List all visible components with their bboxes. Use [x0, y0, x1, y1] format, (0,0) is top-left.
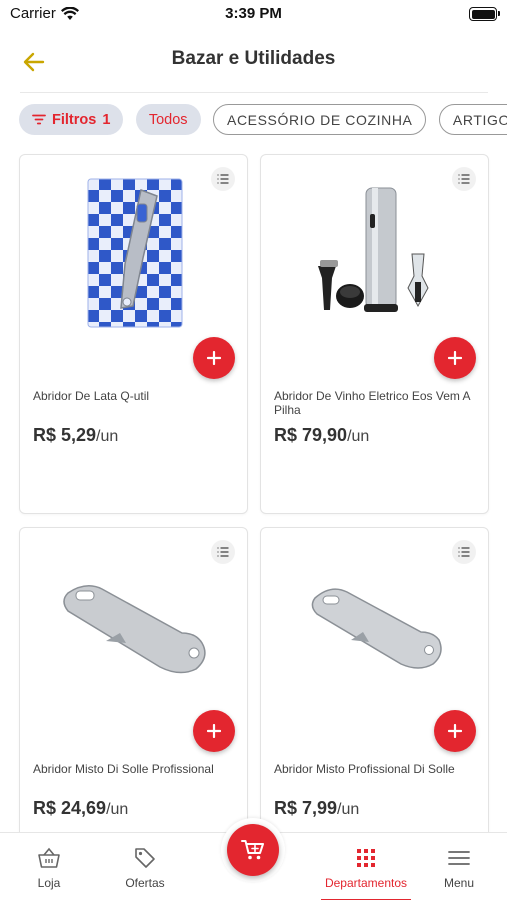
product-card[interactable]: Abridor De Vinho Eletrico Eos Vem A Pilh… [260, 154, 489, 514]
product-price: R$ 5,29/un [33, 425, 118, 446]
hamburger-icon [448, 851, 470, 865]
plus-icon [448, 351, 462, 365]
nav-label: Menu [443, 876, 475, 890]
nav-label: Departamentos [324, 876, 408, 890]
product-price: R$ 24,69/un [33, 798, 128, 819]
product-name: Abridor De Lata Q-util [33, 389, 150, 403]
nav-item-menu[interactable]: Menu [430, 833, 488, 900]
chip-acessorio-de-cozinha[interactable]: ACESSÓRIO DE COZINHA [213, 104, 427, 135]
plus-icon [207, 351, 221, 365]
cart-button[interactable] [227, 824, 279, 876]
nav-label: Ofertas [125, 876, 165, 890]
status-time: 3:39 PM [225, 5, 282, 22]
product-image[interactable] [40, 169, 229, 337]
product-name: Abridor De Vinho Eletrico Eos Vem A Pilh… [274, 389, 470, 417]
plus-icon [448, 724, 462, 738]
filter-icon [32, 114, 46, 125]
bottle-opener-image [62, 585, 206, 674]
price-amount: R$ 7,99 [274, 798, 338, 818]
price-amount: R$ 24,69 [33, 798, 107, 818]
price-amount: R$ 5,29 [33, 425, 97, 445]
price-unit: /un [337, 801, 360, 818]
header: Bazar e Utilidades [0, 36, 507, 88]
product-card[interactable]: Abridor De Lata Q-util R$ 5,29/un [19, 154, 248, 514]
can-opener-package-image [87, 178, 182, 328]
filter-label: Filtros [52, 111, 97, 128]
filter-button[interactable]: Filtros 1 [19, 104, 124, 135]
status-bar: Carrier 3:39 PM [0, 0, 507, 30]
nav-item-departamentos[interactable]: Departamentos [316, 833, 416, 900]
price-unit: /un [347, 428, 370, 445]
grid-icon [357, 849, 375, 867]
electric-wine-opener-image [317, 187, 429, 312]
filter-chips: Filtros 1 Todos ACESSÓRIO DE COZINHA ART… [19, 104, 507, 136]
product-name: Abridor Misto Di Solle Profissional [33, 762, 214, 776]
cart-icon [241, 840, 264, 860]
page-title: Bazar e Utilidades [171, 48, 336, 69]
filter-count: 1 [102, 111, 111, 128]
product-price: R$ 7,99/un [274, 798, 359, 819]
nav-label: Loja [37, 876, 61, 890]
add-to-cart-button[interactable] [434, 337, 476, 379]
header-divider [20, 92, 488, 93]
product-image[interactable] [281, 542, 470, 710]
add-to-cart-button[interactable] [193, 710, 235, 752]
add-to-cart-button[interactable] [434, 710, 476, 752]
price-unit: /un [106, 801, 129, 818]
tag-icon [135, 848, 155, 868]
product-image[interactable] [40, 542, 229, 710]
nav-item-loja[interactable]: Loja [18, 833, 80, 900]
plus-icon [207, 724, 221, 738]
product-name: Abridor Misto Profissional Di Solle [274, 762, 455, 776]
nav-item-ofertas[interactable]: Ofertas [110, 833, 180, 900]
product-price: R$ 79,90/un [274, 425, 369, 446]
price-amount: R$ 79,90 [274, 425, 348, 445]
battery-icon [469, 7, 500, 21]
chip-todos[interactable]: Todos [135, 104, 201, 135]
product-image[interactable] [281, 169, 470, 337]
add-to-cart-button[interactable] [193, 337, 235, 379]
basket-icon [38, 847, 60, 868]
bottle-opener-image [311, 588, 442, 669]
chip-artigo[interactable]: ARTIGO [438, 104, 507, 135]
price-unit: /un [96, 428, 119, 445]
